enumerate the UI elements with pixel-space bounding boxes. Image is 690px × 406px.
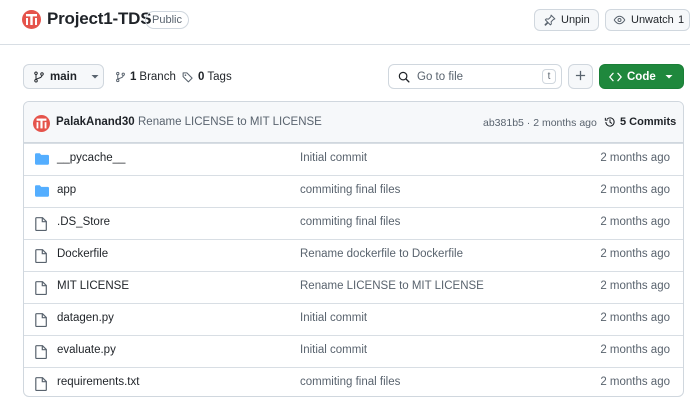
- tag-label: Tags: [207, 70, 232, 83]
- file-commit-message[interactable]: Initial commit: [300, 312, 367, 324]
- watch-counter: 1: [677, 14, 685, 26]
- file-age: 2 months ago: [600, 216, 670, 228]
- file-icon: [35, 345, 47, 359]
- file-commit-message[interactable]: Rename LICENSE to MIT LICENSE: [300, 280, 484, 292]
- add-file-button[interactable]: [568, 64, 593, 89]
- file-age: 2 months ago: [600, 184, 670, 196]
- file-table: PalakAnand30 Rename LICENSE to MIT LICEN…: [23, 101, 684, 397]
- file-age: 2 months ago: [600, 248, 670, 260]
- file-name[interactable]: datagen.py: [57, 312, 114, 324]
- file-age: 2 months ago: [600, 152, 670, 164]
- unpin-button[interactable]: Unpin: [534, 9, 599, 31]
- file-age: 2 months ago: [600, 344, 670, 356]
- tag-icon: [182, 71, 194, 83]
- branches-link[interactable]: 1 Branch: [115, 64, 176, 89]
- file-row[interactable]: __pycache__ Initial commit 2 months ago: [24, 143, 683, 175]
- pin-icon: [544, 14, 556, 26]
- file-age: 2 months ago: [600, 376, 670, 388]
- file-name[interactable]: evaluate.py: [57, 344, 116, 356]
- branch-count: 1: [130, 70, 137, 83]
- commits-label: 5 Commits: [620, 116, 677, 128]
- file-commit-message[interactable]: commiting final files: [300, 376, 400, 388]
- branch-icon: [115, 71, 126, 83]
- file-commit-message[interactable]: commiting final files: [300, 216, 400, 228]
- commit-author-avatar[interactable]: [33, 115, 50, 132]
- file-age: 2 months ago: [600, 312, 670, 324]
- file-commit-message[interactable]: Rename dockerfile to Dockerfile: [300, 248, 463, 260]
- repo-header: Project1-TDS Public Unpin Unwatch 1: [0, 0, 690, 45]
- file-name[interactable]: __pycache__: [57, 152, 125, 164]
- branch-label: Branch: [139, 70, 176, 83]
- file-row[interactable]: app commiting final files 2 months ago: [24, 175, 683, 207]
- file-row[interactable]: evaluate.py Initial commit 2 months ago: [24, 335, 683, 367]
- file-commit-message[interactable]: Initial commit: [300, 344, 367, 356]
- file-row[interactable]: MIT LICENSE Rename LICENSE to MIT LICENS…: [24, 271, 683, 303]
- commit-message[interactable]: Rename LICENSE to MIT LICENSE: [138, 116, 322, 128]
- file-age: 2 months ago: [600, 280, 670, 292]
- history-icon: [604, 116, 616, 128]
- file-icon: [35, 249, 47, 263]
- unwatch-button[interactable]: Unwatch 1: [605, 9, 690, 31]
- folder-icon: [35, 185, 49, 197]
- file-name[interactable]: MIT LICENSE: [57, 280, 129, 292]
- visibility-badge: Public: [145, 11, 189, 29]
- file-commit-message[interactable]: Initial commit: [300, 152, 367, 164]
- search-placeholder: Go to file: [417, 70, 464, 83]
- repo-owner-avatar[interactable]: [22, 10, 41, 29]
- branch-selector-label: main: [50, 70, 77, 83]
- file-icon: [35, 313, 47, 327]
- file-icon: [35, 217, 47, 231]
- code-icon: [609, 72, 622, 82]
- file-row[interactable]: Dockerfile Rename dockerfile to Dockerfi…: [24, 239, 683, 271]
- unwatch-label: Unwatch: [631, 14, 674, 26]
- folder-icon: [35, 153, 49, 165]
- file-icon: [35, 377, 47, 391]
- file-name[interactable]: requirements.txt: [57, 376, 139, 388]
- code-label: Code: [627, 70, 656, 83]
- code-button[interactable]: Code: [599, 64, 684, 89]
- branch-selector-button[interactable]: main: [23, 64, 104, 89]
- commits-link[interactable]: 5 Commits: [604, 116, 676, 128]
- file-row[interactable]: requirements.txt commiting final files 2…: [24, 367, 683, 396]
- chevron-down-icon: [665, 71, 673, 83]
- file-name[interactable]: .DS_Store: [57, 216, 110, 228]
- file-name[interactable]: Dockerfile: [57, 248, 108, 260]
- file-icon: [35, 281, 47, 295]
- search-shortcut-hint: t: [542, 69, 556, 84]
- file-commit-message[interactable]: commiting final files: [300, 184, 400, 196]
- file-name[interactable]: app: [57, 184, 76, 196]
- tag-count: 0: [198, 70, 205, 83]
- chevron-down-icon: [91, 71, 99, 83]
- eye-icon: [613, 14, 626, 26]
- unpin-label: Unpin: [561, 14, 590, 26]
- latest-commit-bar: PalakAnand30 Rename LICENSE to MIT LICEN…: [24, 102, 683, 143]
- plus-icon: [575, 70, 586, 84]
- search-icon: [398, 71, 410, 83]
- tags-link[interactable]: 0 Tags: [182, 64, 232, 89]
- commit-hash-time[interactable]: ab381b5 · 2 months ago: [483, 117, 597, 129]
- file-row[interactable]: datagen.py Initial commit 2 months ago: [24, 303, 683, 335]
- file-row[interactable]: .DS_Store commiting final files 2 months…: [24, 207, 683, 239]
- go-to-file-input[interactable]: Go to file t: [388, 64, 562, 89]
- repo-name[interactable]: Project1-TDS: [47, 9, 152, 29]
- branch-icon: [33, 70, 45, 83]
- commit-author[interactable]: PalakAnand30: [56, 116, 135, 128]
